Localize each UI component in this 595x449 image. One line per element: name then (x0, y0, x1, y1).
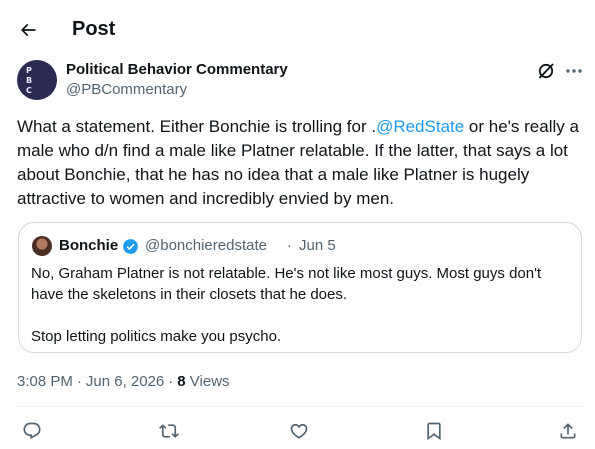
grok-icon (538, 63, 554, 79)
author-handle[interactable]: @PBCommentary (66, 81, 187, 98)
repost-button[interactable] (156, 418, 182, 444)
quoted-post[interactable]: Bonchie @bonchieredstate · Jun 5 No, Gra… (18, 222, 582, 353)
post-timestamp: 3:08 PM · Jun 6, 2026 · 8 Views (17, 373, 230, 390)
reply-icon (23, 422, 41, 440)
divider (17, 406, 583, 407)
bookmark-button[interactable] (421, 418, 447, 444)
heart-icon (290, 423, 308, 439)
action-bar (0, 418, 595, 444)
quote-author-name[interactable]: Bonchie (59, 237, 118, 254)
bookmark-icon (427, 422, 441, 441)
views-count[interactable]: 8 (177, 373, 185, 390)
reply-button[interactable] (19, 418, 45, 444)
quote-avatar[interactable] (32, 236, 52, 256)
post-time[interactable]: 3:08 PM (17, 373, 73, 390)
verified-badge-icon (123, 239, 138, 254)
quote-date[interactable]: Jun 5 (299, 237, 336, 254)
separator-dot: · (287, 237, 292, 254)
quote-text: No, Graham Platner is not relatable. He'… (31, 265, 542, 345)
page-title: Post (72, 18, 116, 40)
share-button[interactable] (555, 418, 581, 444)
post-text: What a statement. Either Bonchie is trol… (17, 117, 579, 208)
like-button[interactable] (286, 418, 312, 444)
more-icon (566, 69, 582, 73)
repost-icon (159, 424, 179, 438)
mention-link[interactable]: @RedState (376, 117, 464, 136)
arrow-left-icon (20, 23, 36, 37)
author-name[interactable]: Political Behavior Commentary (66, 61, 288, 78)
grok-button[interactable] (536, 61, 556, 81)
post-date[interactable]: Jun 6, 2026 (86, 373, 164, 390)
quote-author-handle[interactable]: @bonchieredstate (145, 237, 267, 254)
more-button[interactable] (564, 61, 584, 81)
views-label: Views (185, 373, 230, 390)
back-button[interactable] (14, 16, 42, 44)
share-icon (560, 423, 576, 439)
author-avatar[interactable]: P B C (17, 60, 57, 100)
header: Post (0, 0, 595, 60)
